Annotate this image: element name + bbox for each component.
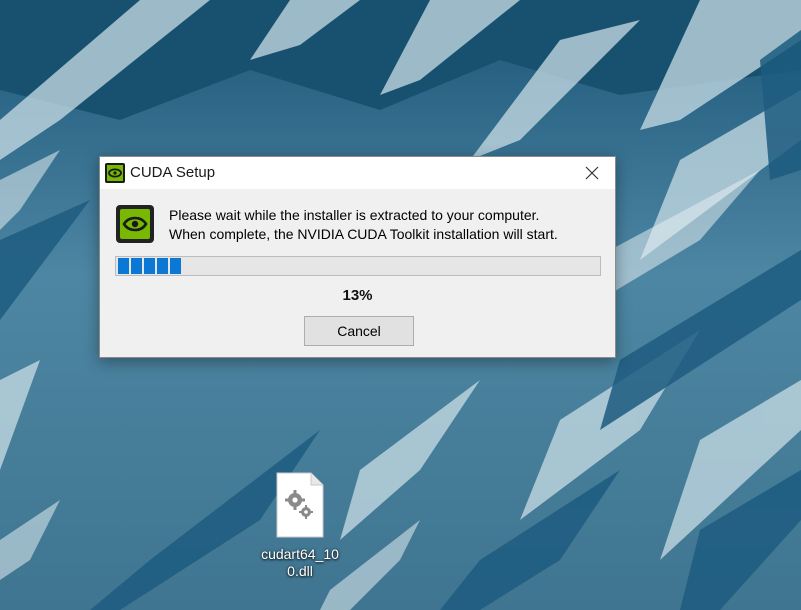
progress-fill [117,258,181,274]
dll-file-icon [276,472,324,538]
message-line-1: Please wait while the installer is extra… [169,207,540,223]
message-line-2: When complete, the NVIDIA CUDA Toolkit i… [169,226,558,242]
progress-block [144,258,155,274]
nvidia-logo-icon [116,205,154,243]
close-button[interactable] [569,157,615,189]
desktop-file-label: cudart64_100.dll [261,546,339,579]
progress-bar [115,256,601,276]
cancel-button[interactable]: Cancel [304,316,414,346]
progress-percent: 13% [342,287,373,304]
desktop-file-item[interactable]: cudart64_100.dll [245,472,355,580]
desktop: CUDA Setup Please wait while the install… [0,0,801,610]
progress-block [157,258,168,274]
close-icon [585,166,599,180]
nvidia-logo-icon [105,163,125,183]
title-bar[interactable]: CUDA Setup [100,157,615,189]
dialog-title: CUDA Setup [130,164,216,181]
cuda-setup-dialog: CUDA Setup Please wait while the install… [99,156,616,358]
progress-block [170,258,181,274]
progress-block [131,258,142,274]
status-message: Please wait while the installer is extra… [169,206,558,244]
progress-block [118,258,129,274]
